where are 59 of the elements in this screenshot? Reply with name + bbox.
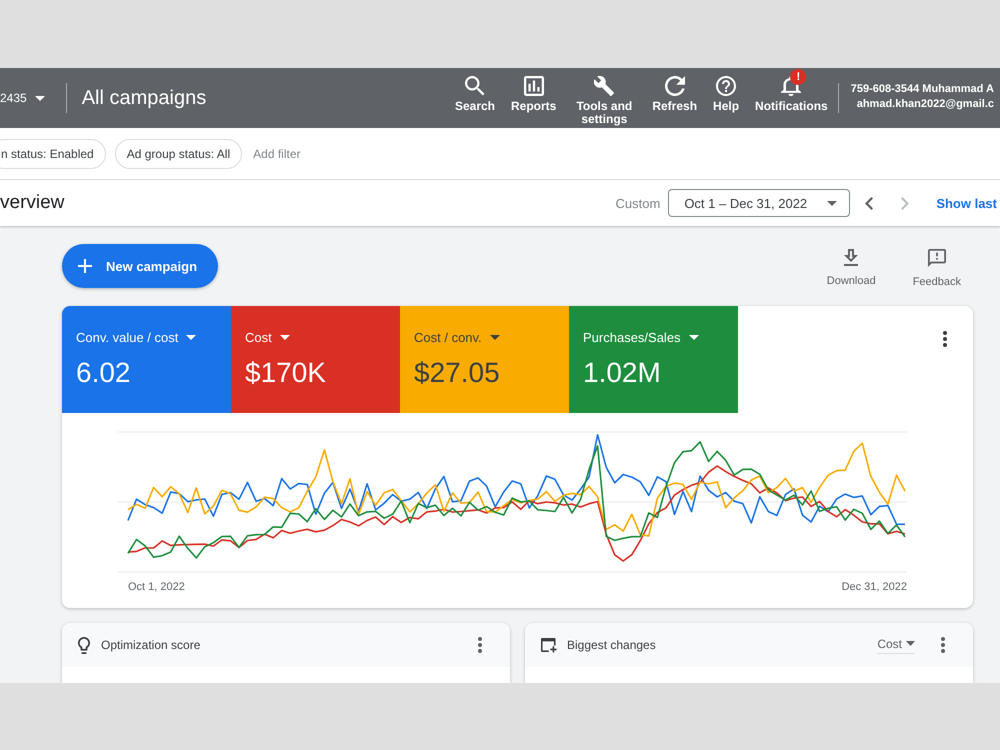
- caret-icon: [827, 200, 838, 206]
- account-switcher[interactable]: 2435: [0, 91, 45, 105]
- more-icon: [478, 637, 482, 653]
- new-campaign-button[interactable]: New campaign: [62, 244, 218, 288]
- filter-chip[interactable]: n status: Enabled: [0, 138, 106, 168]
- help-icon: [716, 76, 736, 96]
- section-title: verview: [0, 192, 64, 214]
- caret-icon: [280, 335, 290, 340]
- wrench-icon: [594, 76, 614, 96]
- search-icon: [464, 76, 485, 96]
- more-options-button[interactable]: [941, 637, 945, 653]
- reports-button[interactable]: Reports: [503, 68, 564, 128]
- more-options-button[interactable]: [478, 637, 482, 653]
- alert-badge: !: [790, 69, 806, 85]
- metric-dropdown[interactable]: Cost: [245, 330, 290, 345]
- notifications-button[interactable]: ! Notifications: [747, 68, 836, 128]
- search-button[interactable]: Search: [446, 68, 503, 128]
- caret-icon: [688, 335, 699, 340]
- chevron-right-icon: [901, 196, 910, 210]
- metric-dropdown[interactable]: Cost / conv.: [414, 330, 500, 345]
- range-label: Custom: [616, 196, 660, 210]
- plus-icon: [78, 259, 92, 273]
- metric-dropdown[interactable]: Purchases/Sales: [583, 330, 699, 345]
- feedback-button[interactable]: Feedback: [912, 249, 961, 288]
- metric-value: 1.02M: [583, 357, 661, 389]
- metric-value: $27.05: [414, 357, 500, 389]
- window-plus-icon: [541, 638, 557, 652]
- card-title: Optimization score: [101, 638, 200, 652]
- lightbulb-icon: [78, 636, 90, 654]
- metric-dropdown[interactable]: Conv. value / cost: [76, 330, 196, 345]
- axis-end-label: Dec 31, 2022: [842, 581, 907, 593]
- metric-value: 6.02: [76, 357, 130, 389]
- caret-icon: [906, 641, 915, 646]
- chevron-left-icon: [865, 196, 874, 210]
- card-title: Biggest changes: [567, 638, 656, 652]
- account-name: 759-608-3544 Muhammad A: [850, 82, 994, 97]
- filter-chip[interactable]: Ad group status: All: [114, 138, 242, 168]
- axis-start-label: Oct 1, 2022: [128, 581, 185, 593]
- show-last-link[interactable]: Show last: [936, 196, 1000, 210]
- account-email: ahmad.khan2022@gmail.c: [856, 97, 994, 112]
- more-icon: [941, 637, 945, 653]
- feedback-icon: [928, 249, 946, 267]
- refresh-icon: [664, 76, 685, 96]
- add-filter-link[interactable]: Add filter: [253, 146, 300, 160]
- bar-chart-icon: [524, 76, 544, 96]
- download-button[interactable]: Download: [826, 249, 876, 288]
- more-options-button[interactable]: [943, 331, 947, 347]
- metric-value: $170K: [245, 357, 326, 389]
- help-button[interactable]: Help: [705, 68, 748, 128]
- download-icon: [844, 249, 858, 266]
- caret-icon: [186, 335, 196, 340]
- date-range-dropdown[interactable]: Oct 1 – Dec 31, 2022: [668, 189, 850, 217]
- caret-icon: [490, 335, 500, 340]
- metric-dropdown[interactable]: Cost: [877, 636, 915, 654]
- tools-button[interactable]: Tools and settings: [564, 68, 644, 128]
- caret-icon: [34, 96, 45, 100]
- more-icon: [943, 331, 947, 347]
- refresh-button[interactable]: Refresh: [644, 68, 706, 128]
- page-title: All campaigns: [82, 86, 206, 110]
